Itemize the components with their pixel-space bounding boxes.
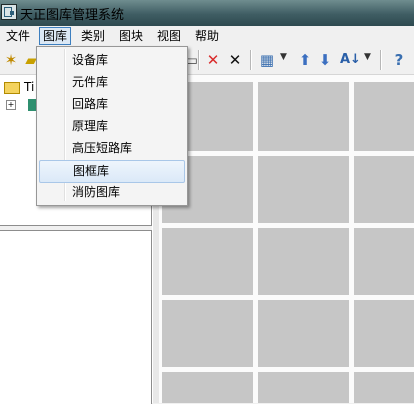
menu-item-component-library[interactable]: 元件库 <box>39 72 183 93</box>
expand-icon[interactable]: + <box>6 99 16 110</box>
toolbar-separator <box>198 50 200 70</box>
thumbnail-cell[interactable] <box>258 300 349 367</box>
menu-item-hv-short-circuit-library[interactable]: 高压短路库 <box>39 138 183 159</box>
sort-az-icon[interactable]: A↓ <box>340 50 361 70</box>
delete-black-icon[interactable]: ✕ <box>226 50 244 70</box>
menu-help[interactable]: 帮助 <box>192 28 222 44</box>
tree-root[interactable]: Ti <box>4 80 34 94</box>
app-icon <box>1 4 17 20</box>
menu-item-circuit-library[interactable]: 回路库 <box>39 94 183 115</box>
folder-icon <box>4 81 20 94</box>
menu-library[interactable]: 图库 <box>39 27 72 45</box>
thumbnail-cell[interactable] <box>162 228 253 295</box>
sort-dropdown-icon[interactable]: ▼ <box>364 52 371 62</box>
menu-item-equipment-library[interactable]: 设备库 <box>39 50 183 71</box>
down-arrow-icon[interactable]: ⬇ <box>316 50 334 70</box>
title-bar: 天正图库管理系统 <box>0 0 414 26</box>
menu-file[interactable]: 文件 <box>3 28 33 44</box>
thumbnail-cell[interactable] <box>354 300 414 367</box>
up-arrow-icon[interactable]: ⬆ <box>296 50 314 70</box>
thumbnail-cell[interactable] <box>354 228 414 295</box>
thumbnail-cell[interactable] <box>258 372 349 403</box>
menu-block[interactable]: 图块 <box>116 28 146 44</box>
thumbnail-cell[interactable] <box>258 228 349 295</box>
menu-view[interactable]: 视图 <box>154 28 184 44</box>
thumbnail-cell[interactable] <box>162 372 253 403</box>
view-dropdown-icon[interactable]: ▼ <box>280 52 287 62</box>
tree-node[interactable]: + <box>6 97 40 111</box>
delete-red-icon[interactable]: ✕ <box>204 50 222 70</box>
thumbnail-cell[interactable] <box>162 300 253 367</box>
menu-bar: 文件 图库 类别 图块 视图 帮助 <box>0 26 414 46</box>
thumbnail-grid[interactable] <box>159 75 414 403</box>
window-title: 天正图库管理系统 <box>20 8 125 23</box>
thumbnail-cell[interactable] <box>354 372 414 403</box>
menu-item-frame-library[interactable]: 图框库 <box>39 160 185 183</box>
thumbnail-cell[interactable] <box>354 82 414 151</box>
library-menu-dropdown: 设备库 元件库 回路库 原理库 高压短路库 图框库 消防图库 <box>36 46 188 206</box>
toolbar-separator <box>380 50 382 70</box>
menu-category[interactable]: 类别 <box>78 28 108 44</box>
menu-item-schematic-library[interactable]: 原理库 <box>39 116 183 137</box>
view-icon[interactable]: ▦ <box>258 50 276 70</box>
toolbar-separator <box>250 50 252 70</box>
thumbnail-cell[interactable] <box>258 82 349 151</box>
menu-item-fire-library[interactable]: 消防图库 <box>39 182 183 203</box>
thumbnail-cell[interactable] <box>258 156 349 223</box>
new-icon[interactable]: ✶ <box>2 50 20 70</box>
tree-root-label: Ti <box>24 80 35 94</box>
item-list-panel[interactable] <box>0 230 152 404</box>
thumbnail-cell[interactable] <box>354 156 414 223</box>
help-icon[interactable]: ? <box>390 50 408 70</box>
